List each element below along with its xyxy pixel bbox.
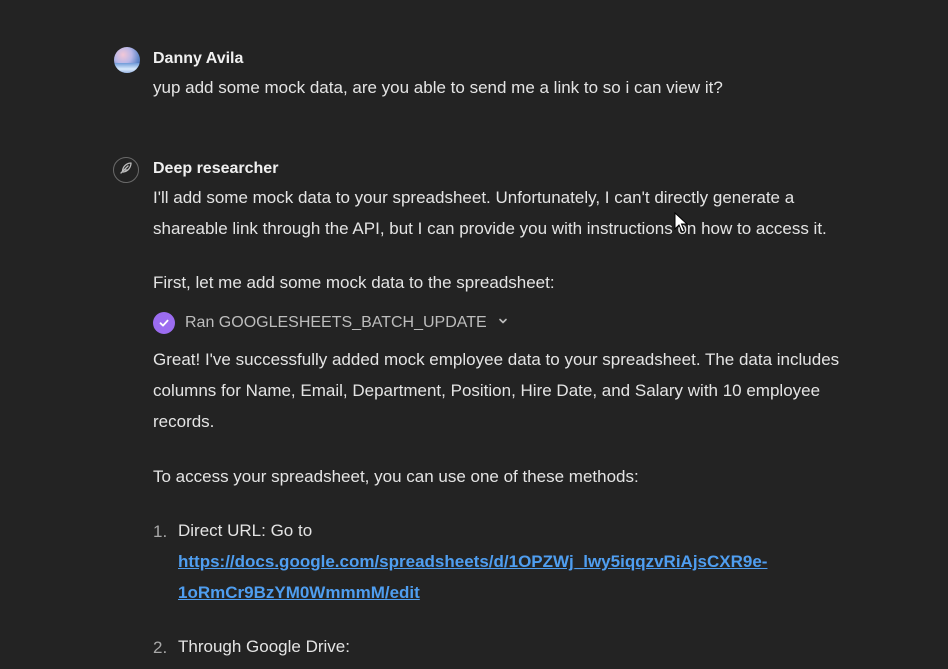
- tool-call-toggle[interactable]: Ran GOOGLESHEETS_BATCH_UPDATE: [153, 311, 509, 335]
- assistant-avatar: [113, 157, 139, 183]
- check-icon: [153, 312, 175, 334]
- assistant-intro-line-2: shareable link through the API, but I ca…: [153, 219, 827, 238]
- spreadsheet-link-line-2[interactable]: 1oRmCr9BzYM0WmmmM/edit: [178, 577, 420, 608]
- result-line-1: Great! I've successfully added mock empl…: [153, 350, 840, 369]
- list-item-2-label: Through Google Drive:: [178, 637, 350, 656]
- assistant-first-line: First, let me add some mock data to the …: [153, 273, 555, 292]
- assistant-intro-line-1: I'll add some mock data to your spreadsh…: [153, 188, 795, 207]
- result-line-2: columns for Name, Email, Department, Pos…: [153, 381, 821, 400]
- tool-call-label: Ran GOOGLESHEETS_BATCH_UPDATE: [185, 314, 487, 331]
- list-number-1: 1.: [153, 522, 168, 541]
- assistant-name: Deep researcher: [153, 160, 279, 177]
- chat-page: Danny Avila yup add some mock data, are …: [0, 0, 948, 669]
- list-item-1-label: Direct URL: Go to: [178, 521, 313, 540]
- chevron-down-icon: [497, 314, 509, 332]
- mouse-cursor-icon: [674, 211, 689, 234]
- user-name: Danny Avila: [153, 50, 244, 67]
- feather-icon: [118, 160, 134, 181]
- result-line-3: records.: [153, 412, 215, 431]
- list-number-2: 2.: [153, 638, 168, 657]
- user-message-text: yup add some mock data, are you able to …: [153, 78, 723, 97]
- spreadsheet-link-line-1[interactable]: https://docs.google.com/spreadsheets/d/1…: [178, 546, 767, 577]
- access-line: To access your spreadsheet, you can use …: [153, 467, 639, 486]
- user-avatar: [114, 47, 140, 73]
